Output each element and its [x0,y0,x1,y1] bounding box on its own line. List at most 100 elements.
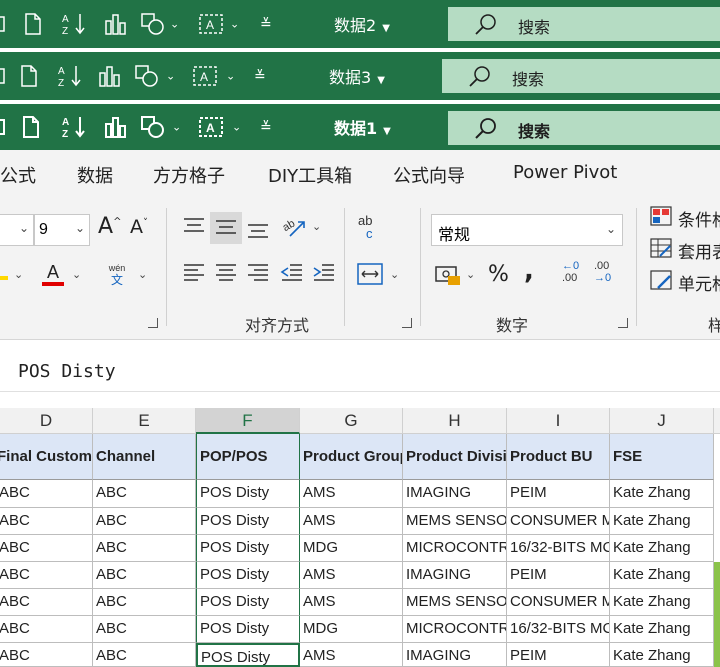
table-cell[interactable]: ABC [0,480,93,508]
save-icon[interactable] [0,117,6,137]
table-cell[interactable]: MDG [300,535,403,562]
accounting-format-icon[interactable] [434,264,462,286]
table-cell[interactable]: ABC [93,589,196,616]
table-cell[interactable]: ABC [93,643,196,667]
table-cell[interactable]: MEMS SENSORS [403,508,507,535]
table-cell[interactable]: CONSUMER MEMS [507,589,610,616]
text-box-icon[interactable]: A [192,65,218,87]
new-document-icon[interactable] [24,13,42,35]
table-cell[interactable]: ABC [0,643,93,667]
search-box[interactable]: 搜索 [448,111,720,145]
table-cell[interactable]: Kate Zhang [610,562,714,589]
table-cell[interactable]: POS Disty [196,508,300,535]
font-color-button[interactable]: A [42,262,64,286]
table-cell[interactable]: ABC [0,535,93,562]
cell-styles-button[interactable]: 单元格 [678,270,720,295]
chevron-down-icon[interactable]: ⌄ [166,70,175,83]
table-cell[interactable]: ABC [0,589,93,616]
increase-indent-icon[interactable] [312,262,336,284]
text-box-icon[interactable]: A [198,13,224,35]
customize-toolbar-icon[interactable]: ≚ [260,119,272,136]
table-cell[interactable]: PEIM [507,643,610,667]
table-cell[interactable]: AMS [300,562,403,589]
wrap-text-button[interactable]: ab c [358,214,386,240]
table-cell[interactable]: MICROCONTROLLERS [403,535,507,562]
table-cell[interactable]: POS Disty [196,480,300,508]
bar-chart-icon[interactable] [98,65,122,87]
table-cell[interactable]: IMAGING [403,643,507,667]
sort-az-icon[interactable]: AZ [62,12,88,36]
table-cell[interactable]: ABC [0,508,93,535]
shapes-icon[interactable] [140,115,166,139]
chevron-down-icon[interactable]: ⌄ [14,268,23,281]
header-cell[interactable]: Product Division [403,434,507,480]
column-header-h[interactable]: H [403,408,507,434]
chevron-down-icon[interactable]: ⌄ [226,70,235,83]
font-size-dropdown[interactable]: 9 ⌄ [34,214,90,246]
window-title[interactable]: 数据3 ▼ [329,64,385,88]
table-cell[interactable]: ABC [93,535,196,562]
align-left-icon[interactable] [182,262,206,284]
bar-chart-icon[interactable] [104,13,128,35]
header-cell[interactable]: POP/POS [196,434,300,480]
table-cell[interactable]: IMAGING [403,562,507,589]
save-icon[interactable] [0,66,6,86]
table-cell[interactable]: ABC [0,616,93,643]
column-header-d[interactable]: D [0,408,93,434]
chevron-down-icon[interactable]: ⌄ [230,18,239,31]
table-cell[interactable]: 16/32-BITS MCU [507,535,610,562]
shapes-icon[interactable] [134,64,160,88]
header-cell[interactable]: Channel [93,434,196,480]
text-box-icon[interactable]: A [198,116,224,138]
customize-toolbar-icon[interactable]: ≚ [254,68,266,85]
window-title[interactable]: 数据1 ▼ [334,115,391,139]
decrease-decimal-button[interactable]: .00 →0 [594,260,622,284]
phonetic-guide-button[interactable]: wén 文 [104,262,130,286]
table-cell[interactable]: Kate Zhang [610,616,714,643]
table-cell[interactable]: MICROCONTROLLERS [403,616,507,643]
table-cell[interactable]: IMAGING [403,480,507,508]
align-center-icon[interactable] [214,262,238,284]
active-cell[interactable]: POS Disty [196,643,300,667]
chevron-down-icon[interactable]: ⌄ [170,18,179,31]
tab-diy-toolbox[interactable]: DIY工具箱 [268,162,352,188]
table-cell[interactable]: PEIM [507,480,610,508]
table-cell[interactable]: AMS [300,480,403,508]
tab-formula-wizard[interactable]: 公式向导 [393,162,465,188]
tab-formulas[interactable]: 公式 [0,162,36,188]
table-cell[interactable]: Kate Zhang [610,480,714,508]
new-document-icon[interactable] [20,65,38,87]
header-cell[interactable]: Product BU [507,434,610,480]
number-format-dropdown[interactable]: 常规 ⌄ [431,214,623,246]
fill-color-icon[interactable] [0,266,8,280]
orientation-icon[interactable]: ab [282,214,308,240]
chevron-down-icon[interactable]: ⌄ [312,220,321,233]
table-cell[interactable]: Kate Zhang [610,589,714,616]
formula-bar[interactable]: POS Disty [0,350,720,392]
table-cell[interactable]: ABC [93,508,196,535]
chevron-down-icon[interactable]: ⌄ [72,268,81,281]
search-box[interactable]: 搜索 [448,7,720,41]
header-cell[interactable]: FSE [610,434,714,480]
table-cell[interactable]: POS Disty [196,589,300,616]
header-cell[interactable]: Final Customer [0,434,93,480]
header-cell[interactable]: Product Group [300,434,403,480]
chevron-down-icon[interactable]: ⌄ [390,268,399,281]
increase-decimal-button[interactable]: ←0 .00 [562,260,590,284]
column-header-i[interactable]: I [507,408,610,434]
table-cell[interactable]: MDG [300,616,403,643]
table-cell[interactable]: ABC [93,562,196,589]
chevron-down-icon[interactable]: ⌄ [138,268,147,281]
column-header-j[interactable]: J [610,408,714,434]
table-cell[interactable]: Kate Zhang [610,508,714,535]
table-cell[interactable]: ABC [93,480,196,508]
chevron-down-icon[interactable]: ⌄ [466,268,475,281]
search-box[interactable]: 搜索 [442,59,720,93]
table-cell[interactable]: Kate Zhang [610,535,714,562]
shrink-font-button[interactable]: A˅ [130,216,148,238]
table-cell[interactable]: Kate Zhang [610,643,714,667]
percent-style-button[interactable]: % [488,262,509,287]
alignment-dialog-launcher[interactable] [402,318,412,328]
table-cell[interactable]: CONSUMER MEMS [507,508,610,535]
tab-data[interactable]: 数据 [77,162,113,188]
